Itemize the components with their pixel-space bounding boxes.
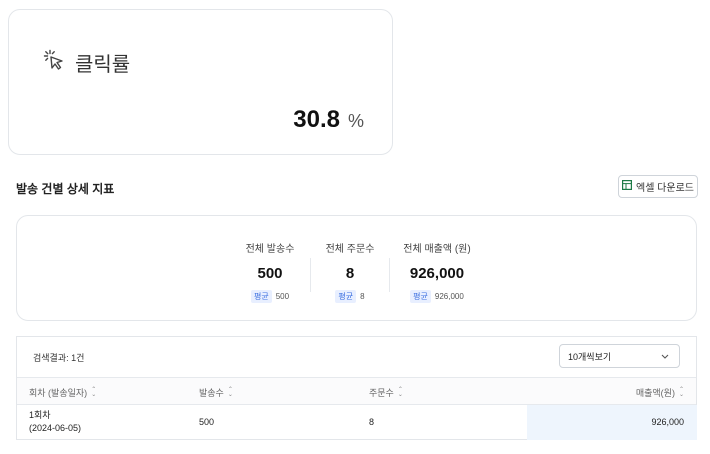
avg-value: 500 [275, 292, 290, 301]
column-header-round[interactable]: 회차 (발송일자) ⌃ ⌄ [29, 386, 96, 399]
column-label: 발송수 [199, 388, 224, 398]
stat-total-sent: 전체 발송수 500 평균 500 [239, 240, 301, 303]
column-label: 회차 (발송일자) [29, 388, 88, 398]
round-date: (2024-06-05) [29, 423, 82, 433]
stat-label: 전체 매출액 (원) [403, 244, 471, 255]
page-size-select[interactable]: 10개씩보기 [559, 344, 680, 368]
stat-total-orders: 전체 주문수 8 평균 8 [319, 240, 381, 303]
click-rate-unit: % [347, 111, 364, 131]
cell-round: 1회차 (2024-06-05) [29, 409, 81, 435]
cell-revenue: 926,000 [651, 417, 684, 427]
stat-average: 평균 500 [239, 290, 301, 303]
excel-download-label: 엑셀 다운로드 [636, 183, 694, 194]
divider [310, 258, 311, 292]
chevron-down-icon [661, 351, 669, 361]
result-count: 검색결과: 1건 [33, 353, 85, 363]
avg-tag: 평균 [335, 290, 357, 303]
round-label: 1회차 [29, 410, 51, 420]
column-header-revenue[interactable]: 매출액(원) ⌃ ⌄ [636, 386, 684, 399]
column-label: 매출액(원) [635, 388, 675, 398]
stat-value: 926,000 [409, 265, 465, 282]
cell-sent: 500 [199, 417, 215, 427]
divider [389, 258, 390, 292]
table-header: 회차 (발송일자) ⌃ ⌄ 발송수 ⌃ ⌄ 주문수 ⌃ ⌄ 매출액(원) ⌃ ⌄ [17, 377, 696, 405]
click-rate-header: 클릭률 [43, 48, 130, 77]
avg-tag: 평균 [250, 290, 272, 303]
stat-label: 전체 주문수 [325, 244, 375, 255]
column-header-sent[interactable]: 발송수 ⌃ ⌄ [199, 386, 233, 399]
click-rate-card: 클릭률 30.8 % [8, 9, 393, 155]
column-label: 주문수 [369, 388, 394, 398]
cell-orders: 8 [369, 417, 375, 427]
sort-icon: ⌃ ⌄ [397, 386, 403, 398]
stat-average: 평균 926,000 [399, 290, 475, 303]
section-title: 발송 건별 상세 지표 [16, 182, 115, 196]
click-rate-value: 30.8 % [293, 106, 364, 134]
column-header-orders[interactable]: 주문수 ⌃ ⌄ [369, 386, 403, 399]
sort-icon: ⌃ ⌄ [227, 386, 233, 398]
table-row: 1회차 (2024-06-05) 500 8 926,000 [17, 405, 697, 440]
click-rate-title: 클릭률 [75, 54, 131, 76]
summary-card: 전체 발송수 500 평균 500 전체 주문수 8 평균 8 전체 매출액 (… [16, 215, 697, 321]
stat-value: 500 [257, 265, 283, 282]
avg-value: 926,000 [434, 292, 464, 301]
spreadsheet-icon [622, 180, 633, 193]
page-size-value: 10개씩보기 [568, 351, 612, 362]
sort-icon: ⌃ ⌄ [91, 386, 97, 398]
detail-table: 검색결과: 1건 10개씩보기 회차 (발송일자) ⌃ ⌄ 발송수 ⌃ ⌄ 주문수 … [16, 336, 697, 440]
stat-average: 평균 8 [319, 290, 381, 303]
excel-download-button[interactable]: 엑셀 다운로드 [618, 175, 698, 198]
avg-tag: 평균 [410, 290, 431, 303]
stat-value: 8 [345, 265, 355, 282]
click-rate-number: 30.8 [293, 106, 340, 133]
avg-value: 8 [360, 292, 365, 301]
cursor-click-icon [43, 49, 65, 76]
sort-icon: ⌃ ⌄ [678, 386, 684, 398]
stat-total-revenue: 전체 매출액 (원) 926,000 평균 926,000 [399, 240, 475, 303]
stat-label: 전체 발송수 [245, 244, 295, 255]
